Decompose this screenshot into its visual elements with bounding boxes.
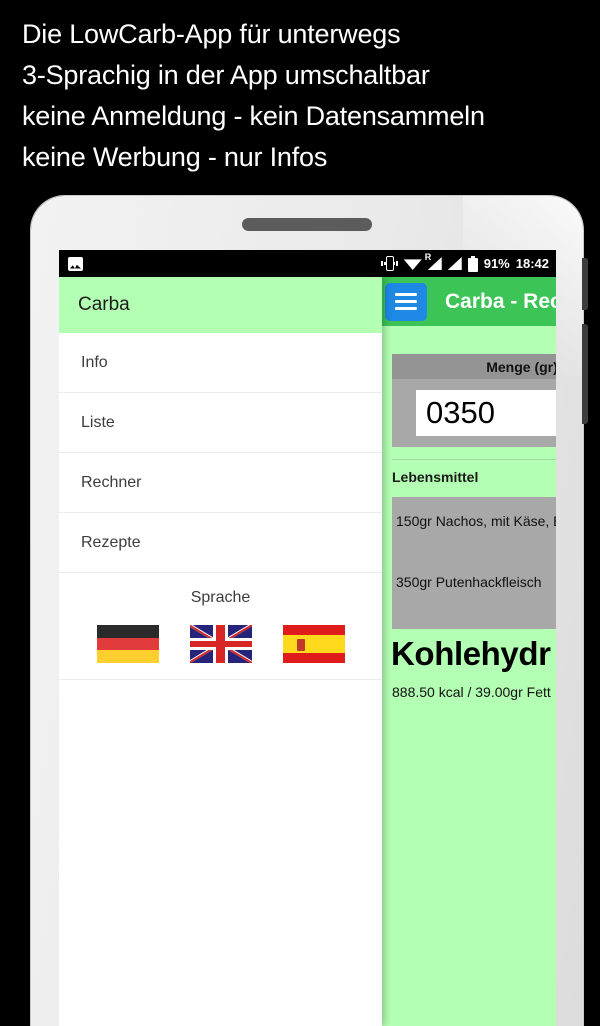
navigation-drawer: Carba Info Liste Rechner Rezepte Sprache bbox=[59, 277, 382, 1026]
wifi-icon bbox=[403, 259, 422, 270]
promo-headline: Die LowCarb-App für unterwegs 3-Sprachig… bbox=[22, 14, 600, 178]
signal-icon: R bbox=[425, 252, 442, 270]
calculator-screen: Carba - Rec Menge (gr) 0350 Lebensmittel… bbox=[378, 277, 556, 1026]
phone-side-button-down[interactable] bbox=[582, 324, 588, 424]
signal-icon-secondary bbox=[447, 257, 462, 270]
result-subtitle: 888.50 kcal / 39.00gr Fett bbox=[392, 684, 551, 700]
phone-screen: R 91% 18:42 Carba - Rec Menge (gr) 0350 … bbox=[59, 250, 556, 1026]
sidebar-item-rezepte[interactable]: Rezepte bbox=[59, 513, 382, 573]
result-title: Kohlehydr bbox=[391, 635, 551, 672]
hamburger-menu-icon[interactable] bbox=[385, 282, 427, 321]
spanish-flag-icon[interactable] bbox=[282, 625, 345, 663]
foods-label: Lebensmittel bbox=[392, 469, 479, 485]
promo-line-4: keine Werbung - nur Infos bbox=[22, 142, 328, 172]
phone-device-mockup: R 91% 18:42 Carba - Rec Menge (gr) 0350 … bbox=[31, 196, 588, 1026]
sidebar-item-info[interactable]: Info bbox=[59, 333, 382, 393]
german-flag-icon[interactable] bbox=[96, 625, 159, 663]
sidebar-item-liste[interactable]: Liste bbox=[59, 393, 382, 453]
drawer-header: Carba bbox=[59, 277, 382, 333]
language-section-title: Sprache bbox=[190, 589, 251, 606]
amount-card-header: Menge (gr) bbox=[392, 354, 556, 379]
list-item[interactable]: 350gr Putenhackfleisch bbox=[396, 563, 556, 600]
foods-list[interactable]: 150gr Nachos, mit Käse, B 350gr Putenhac… bbox=[392, 497, 556, 629]
language-flag-row bbox=[59, 625, 382, 663]
battery-percent-label: 91% bbox=[483, 256, 510, 271]
amount-card: Menge (gr) 0350 bbox=[392, 354, 556, 447]
list-item[interactable]: 150gr Nachos, mit Käse, B bbox=[396, 502, 556, 539]
uk-flag-icon[interactable] bbox=[189, 625, 252, 663]
gallery-icon bbox=[68, 256, 83, 271]
app-toolbar: Carba - Rec bbox=[378, 277, 556, 326]
language-section: Sprache bbox=[59, 573, 382, 680]
roaming-indicator: R bbox=[424, 252, 432, 262]
battery-icon bbox=[467, 255, 478, 272]
status-bar: R 91% 18:42 bbox=[59, 250, 556, 277]
promo-line-1: Die LowCarb-App für unterwegs bbox=[22, 19, 401, 49]
phone-speaker-grille bbox=[242, 218, 372, 231]
vibrate-icon bbox=[380, 256, 398, 271]
screen-body: Carba - Rec Menge (gr) 0350 Lebensmittel… bbox=[59, 277, 556, 1026]
status-bar-right: R 91% 18:42 bbox=[380, 252, 549, 272]
promo-line-2: 3-Sprachig in der App umschaltbar bbox=[22, 60, 430, 90]
promo-line-3: keine Anmeldung - kein Datensammeln bbox=[22, 101, 485, 131]
app-title: Carba - Rec bbox=[445, 289, 556, 313]
divider bbox=[392, 459, 556, 460]
amount-input[interactable]: 0350 bbox=[416, 390, 556, 436]
status-bar-clock: 18:42 bbox=[515, 256, 549, 271]
phone-side-button-up[interactable] bbox=[582, 258, 588, 310]
sidebar-item-rechner[interactable]: Rechner bbox=[59, 453, 382, 513]
status-bar-left bbox=[68, 256, 83, 271]
drawer-header-title: Carba bbox=[78, 294, 130, 315]
